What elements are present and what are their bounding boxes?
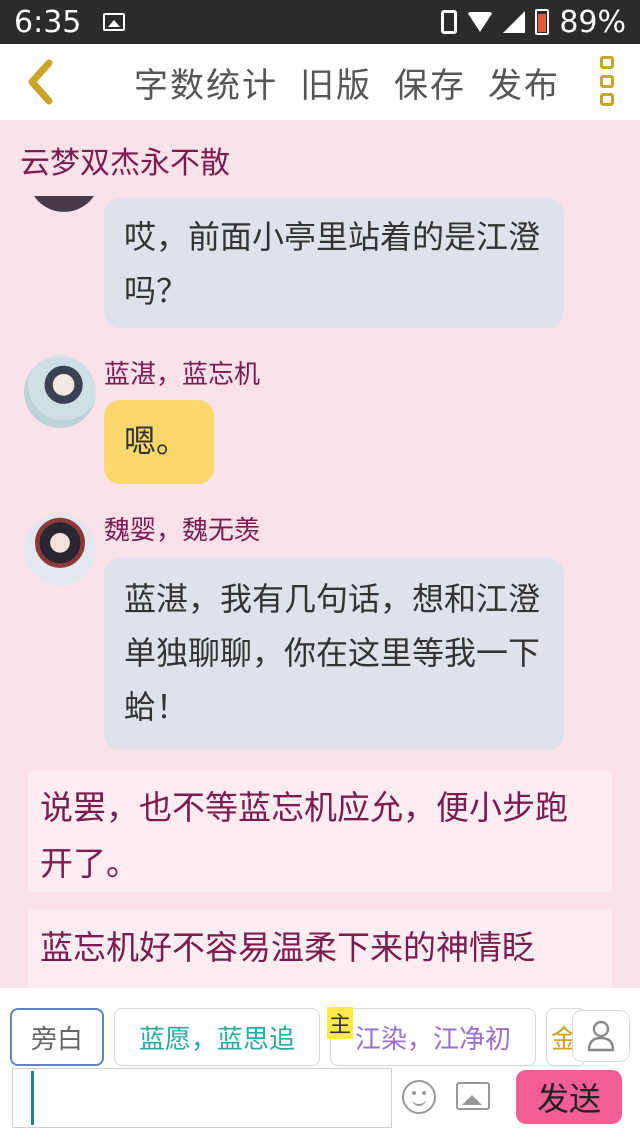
- main-role-badge: 主: [327, 1007, 354, 1039]
- emoji-icon[interactable]: [402, 1080, 436, 1114]
- role-selector-bar: 旁白 蓝愿，蓝思追 主 江染，江净初 金: [0, 988, 640, 1068]
- save-button[interactable]: 保存: [394, 58, 466, 107]
- role-label: 江染，江净初: [354, 1024, 511, 1055]
- message-bubble[interactable]: 哎，前面小亭里站着的是江澄吗？: [104, 198, 564, 328]
- message-bubble[interactable]: 嗯。: [104, 400, 214, 484]
- role-jiang-jingchu[interactable]: 主 江染，江净初: [327, 1007, 536, 1066]
- vibrate-icon: [441, 10, 458, 34]
- speaker-name: 蓝湛，蓝忘机: [104, 360, 261, 390]
- message-input[interactable]: [12, 1068, 392, 1128]
- word-count-button[interactable]: 字数统计: [134, 58, 278, 107]
- narration-block[interactable]: 说罢，也不等蓝忘机应允，便小步跑开了。: [28, 770, 612, 892]
- role-narrator[interactable]: 旁白: [10, 1008, 104, 1066]
- manage-roles-button[interactable]: [572, 1010, 630, 1062]
- status-time: 6:35: [14, 4, 82, 40]
- avatar[interactable]: [28, 196, 100, 212]
- status-bar: 6:35 89%: [0, 0, 640, 44]
- status-icons: 89%: [441, 5, 626, 40]
- send-button[interactable]: 发送: [516, 1070, 622, 1124]
- input-bar: 发送: [0, 1068, 640, 1138]
- old-version-button[interactable]: 旧版: [300, 58, 372, 107]
- more-menu-button[interactable]: [600, 56, 616, 106]
- more-dot-icon: [600, 56, 614, 69]
- speaker-name: 魏婴，魏无羡: [104, 516, 261, 546]
- editor-toolbar: 字数统计 旧版 保存 发布: [0, 44, 640, 120]
- chat-area[interactable]: 哎，前面小亭里站着的是江澄吗？ 蓝湛，蓝忘机 嗯。 魏婴，魏无羡 蓝湛，我有几句…: [0, 196, 640, 988]
- wifi-icon: [467, 12, 494, 32]
- battery-percent: 89%: [559, 4, 626, 40]
- avatar-wei-ying[interactable]: [24, 514, 96, 586]
- more-dot-icon: [600, 74, 614, 88]
- publish-button[interactable]: 发布: [488, 58, 560, 107]
- avatar-lan-zhan[interactable]: [24, 356, 96, 428]
- chevron-left-icon: [28, 59, 53, 105]
- signal-icon: [503, 11, 526, 33]
- role-label: 蓝愿，蓝思追: [138, 1024, 295, 1055]
- image-picker-icon[interactable]: [456, 1082, 490, 1110]
- back-button[interactable]: [0, 44, 80, 120]
- message-bubble[interactable]: 蓝湛，我有几句话，想和江澄单独聊聊，你在这里等我一下蛤！: [104, 558, 564, 750]
- battery-icon: [535, 9, 550, 35]
- more-dot-icon: [600, 93, 614, 106]
- role-lan-sizhui[interactable]: 蓝愿，蓝思追: [114, 1008, 320, 1066]
- image-notification-icon: [103, 13, 126, 31]
- narration-block[interactable]: 蓝忘机好不容易温柔下来的神情眨: [28, 910, 612, 988]
- person-icon: [587, 1020, 615, 1052]
- text-cursor: [31, 1071, 34, 1125]
- role-label: 旁白: [30, 1024, 83, 1055]
- story-title[interactable]: 云梦双杰永不散: [20, 138, 230, 182]
